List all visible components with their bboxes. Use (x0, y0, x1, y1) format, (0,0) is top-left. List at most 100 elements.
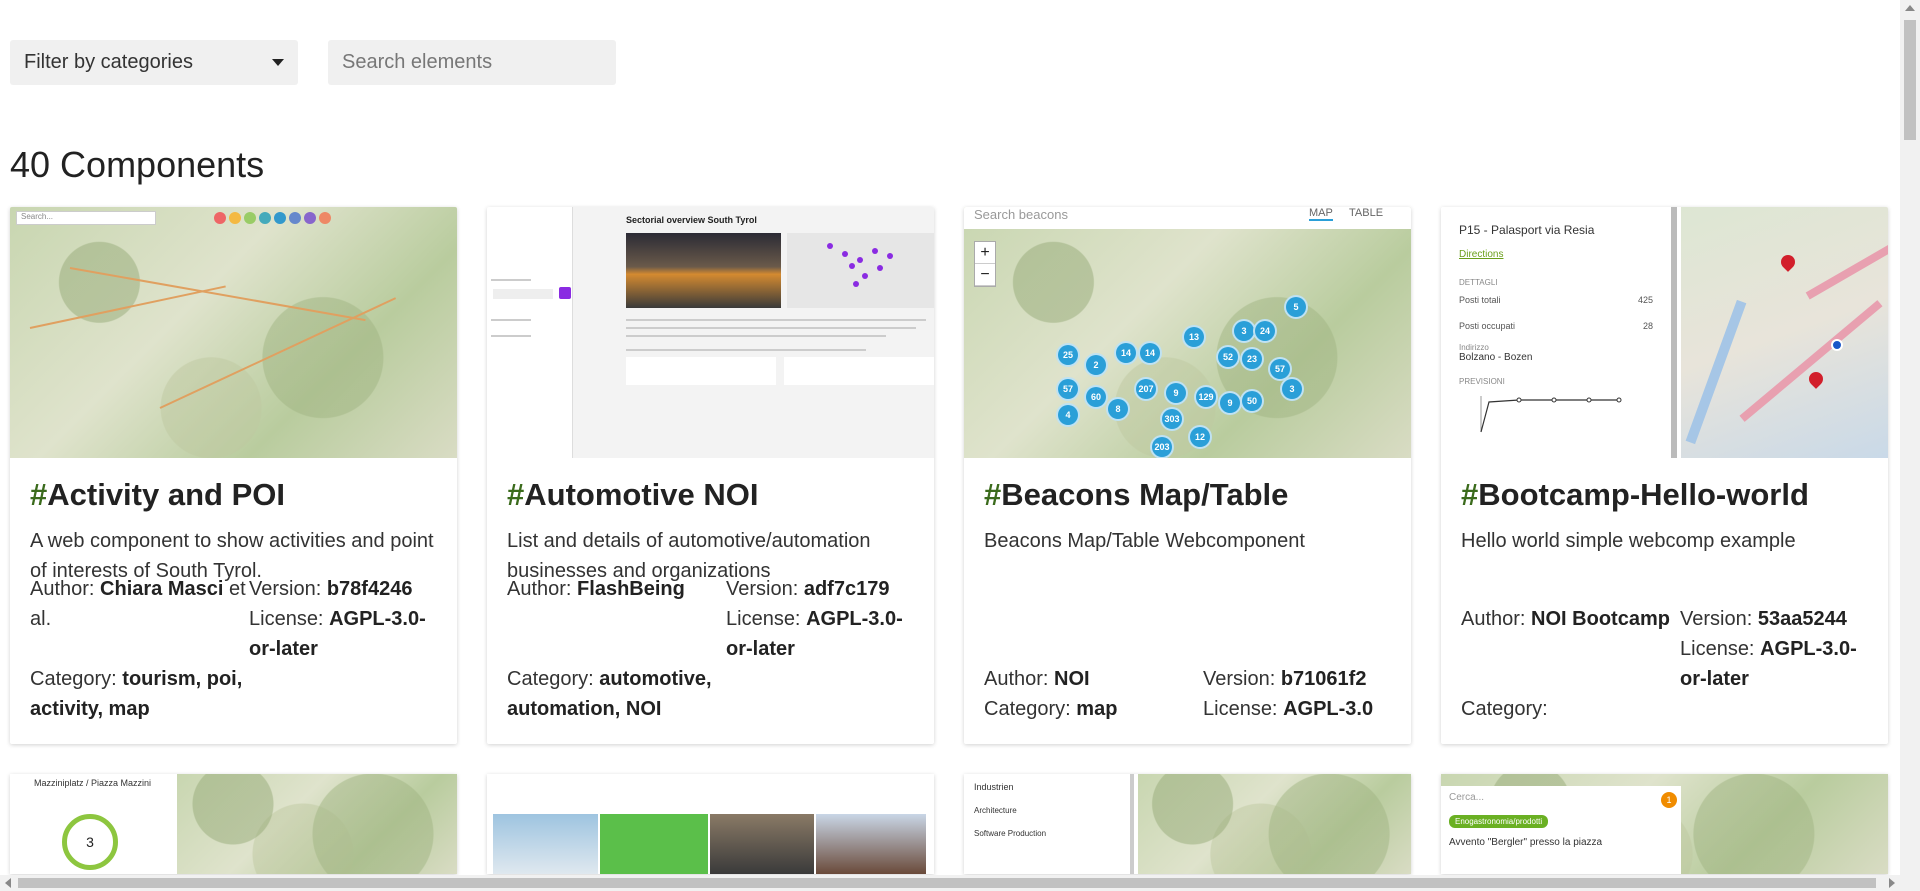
component-card-row2-1[interactable]: Mazziniplatz / Piazza Mazzini 3 (10, 774, 457, 874)
toolbar: Filter by categories (10, 40, 616, 85)
card-author: Author: FlashBeing (507, 578, 685, 600)
vertical-scrollbar[interactable] (1900, 0, 1920, 891)
thumbnail-item-title: Avvento "Bergler" presso la piazza (1449, 837, 1603, 848)
component-card-activity-poi[interactable]: Search... #Activity and POI A web compon… (10, 207, 457, 744)
thumbnail-panel-label: PREVISIONI (1459, 377, 1505, 386)
beacon-cluster: 207 (1134, 377, 1158, 401)
thumbnail-panel-value: Bolzano - Bozen (1459, 352, 1533, 363)
filter-dot-icon (319, 212, 331, 224)
card-title: #Bootcamp-Hello-world (1461, 477, 1809, 512)
card-version-license: Version: adf7c179 License: AGPL-3.0-or-l… (726, 578, 903, 660)
thumbnail-list-item: Architecture (974, 806, 1017, 815)
horizontal-scrollbar[interactable] (0, 875, 1900, 891)
map-road (69, 267, 366, 322)
card-version-license: Version: 53aa5244 License: AGPL-3.0-or-l… (1680, 608, 1857, 690)
map-road (159, 297, 397, 409)
card-thumbnail: Sectorial overview South Tyrol (487, 207, 934, 458)
beacon-cluster: 13 (1182, 325, 1206, 349)
caret-down-icon (272, 59, 284, 66)
component-card-row2-2[interactable] (487, 774, 934, 874)
thumbnail-panel-value: 425 (1637, 295, 1653, 305)
thumbnail-panel-label: Posti totali (1459, 295, 1501, 305)
component-card-bootcamp-hello-world[interactable]: P15 - Palasport via Resia Directions DET… (1441, 207, 1888, 744)
card-title: #Automotive NOI (507, 477, 759, 512)
beacon-cluster: 14 (1114, 341, 1138, 365)
thumbnail-map (787, 233, 934, 308)
vertical-scroll-thumb[interactable] (1904, 20, 1916, 140)
card-category: Category: automotive, automation, NOI (507, 668, 712, 720)
card-description: Beacons Map/Table Webcomponent (984, 530, 1305, 553)
filter-dot-icon (259, 212, 271, 224)
thumbnail-tab-table: TABLE (1349, 207, 1384, 219)
thumbnail-map (1681, 207, 1888, 458)
card-meta: Author: NOI Version: b71061f2 Category: … (984, 664, 1391, 724)
thumbnail-photo (626, 233, 781, 308)
filter-dot-icon (289, 212, 301, 224)
card-version: Version: b71061f2 (1203, 668, 1367, 690)
beacon-cluster: 2 (1084, 353, 1108, 377)
component-card-row2-4[interactable]: Cerca... Enogastronomia/prodotti Avvento… (1441, 774, 1888, 874)
thumbnail-panel-link: Directions (1459, 249, 1504, 260)
beacon-cluster: 303 (1160, 407, 1184, 431)
component-card-automotive-noi[interactable]: Sectorial overview South Tyrol #Automoti (487, 207, 934, 744)
filter-dot-icon (214, 212, 226, 224)
horizontal-scroll-thumb[interactable] (18, 878, 1876, 888)
zoom-in-icon: + (975, 242, 995, 264)
card-author: Author: NOI Bootcamp (1461, 608, 1670, 630)
component-card-beacons-map-table[interactable]: Search beacons MAP TABLE + − 5 3 24 13 1… (964, 207, 1411, 744)
card-title: #Beacons Map/Table (984, 477, 1289, 512)
beacon-cluster: 52 (1216, 345, 1240, 369)
beacon-cluster: 129 (1194, 385, 1218, 409)
filter-dot-icon (244, 212, 256, 224)
beacon-cluster: 4 (1056, 403, 1080, 427)
thumbnail-caption: Mazziniplatz / Piazza Mazzini (33, 778, 152, 788)
category-filter-label: Filter by categories (24, 51, 193, 73)
thumbnail-sidebar (487, 207, 573, 458)
beacon-cluster: 9 (1218, 391, 1242, 415)
card-category: Category: tourism, poi, activity, map (30, 668, 243, 720)
zoom-control: + − (974, 241, 996, 287)
beacon-cluster: 9 (1164, 381, 1188, 405)
beacon-cluster: 14 (1138, 341, 1162, 365)
filter-dot-icon (274, 212, 286, 224)
map-road (29, 285, 226, 329)
thumbnail-panel-title: P15 - Palasport via Resia (1459, 223, 1595, 237)
card-title: #Activity and POI (30, 477, 285, 512)
scroll-left-icon[interactable] (5, 878, 11, 888)
beacon-cluster: 12 (1188, 425, 1212, 449)
components-count-heading: 40 Components (10, 144, 265, 185)
beacon-cluster: 5 (1284, 295, 1308, 319)
scroll-right-icon[interactable] (1889, 878, 1895, 888)
beacon-cluster: 3 (1280, 377, 1304, 401)
thumbnail-tab-map: MAP (1309, 207, 1333, 221)
map-location-icon (1831, 339, 1843, 351)
thumbnail-search-box: Search... (16, 211, 156, 225)
gauge-value: 3 (62, 814, 118, 870)
thumbnail-panel-title: Industrien (974, 782, 1014, 792)
search-input[interactable] (328, 40, 616, 85)
beacon-cluster: 203 (1150, 435, 1174, 458)
category-filter-dropdown[interactable]: Filter by categories (10, 40, 298, 85)
category-badge: Enogastronomia/prodotti (1449, 815, 1549, 828)
forecast-chart-icon (1480, 396, 1622, 433)
count-badge: 1 (1661, 792, 1677, 808)
thumbnail-list-item: Software Production (974, 829, 1047, 838)
thumbnail-panel-value: 28 (1642, 321, 1653, 331)
thumbnail-heading: Sectorial overview South Tyrol (626, 215, 757, 225)
filter-dot-icon (229, 212, 241, 224)
card-category: Category: map (984, 698, 1118, 720)
card-meta: Author: FlashBeing Version: adf7c179 Lic… (507, 574, 914, 724)
card-version-license: Version: b78f4246 License: AGPL-3.0-or-l… (249, 578, 426, 660)
map-pin-icon (1806, 369, 1826, 389)
card-author: Author: Chiara Masci et al. (30, 578, 246, 630)
scroll-up-icon[interactable] (1905, 5, 1915, 11)
component-card-row2-3[interactable]: Industrien Architecture Software Product… (964, 774, 1411, 874)
beacon-cluster: 57 (1056, 377, 1080, 401)
card-thumbnail: Search... (10, 207, 457, 458)
map-pin-icon (1778, 252, 1798, 272)
beacon-cluster: 23 (1240, 347, 1264, 371)
thumbnail-detail-panel: P15 - Palasport via Resia Directions DET… (1441, 207, 1677, 458)
card-thumbnail: Search beacons MAP TABLE + − 5 3 24 13 1… (964, 207, 1411, 458)
beacon-cluster: 25 (1056, 343, 1080, 367)
thumbnail-panel-label: DETTAGLI (1459, 278, 1498, 287)
